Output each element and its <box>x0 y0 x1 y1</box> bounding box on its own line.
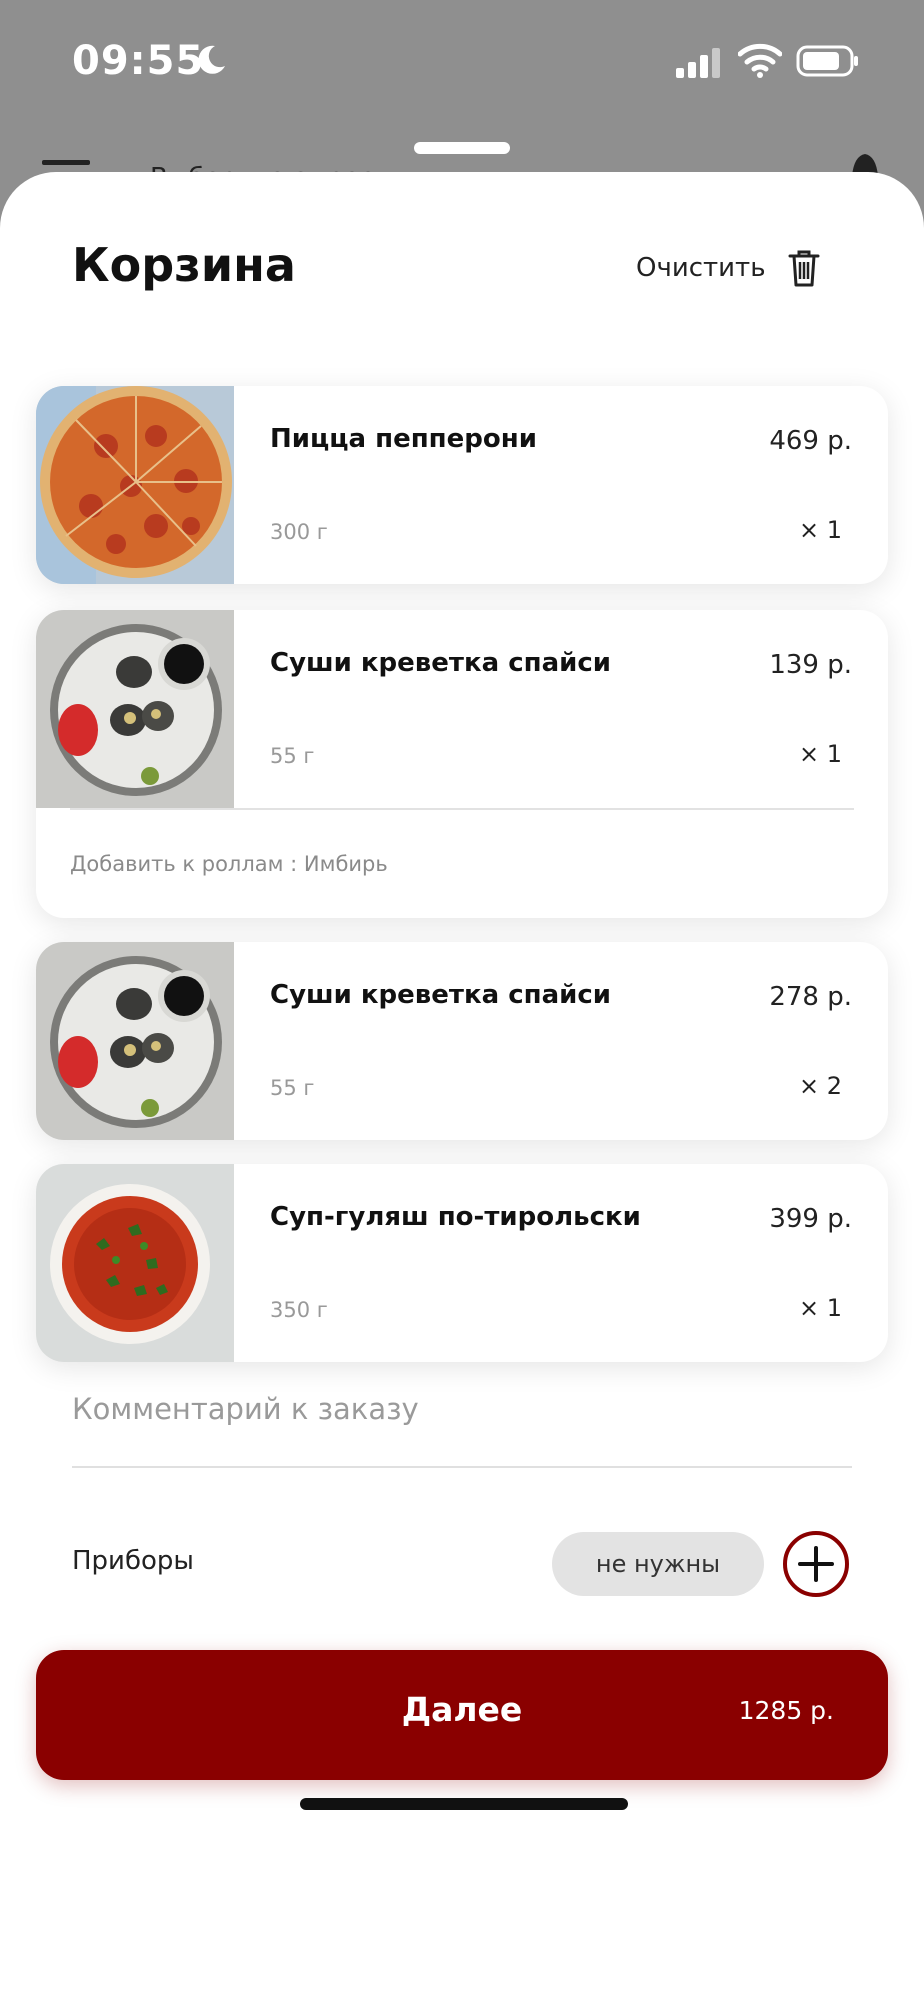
item-name: Суши креветка спайси <box>270 648 611 678</box>
item-weight: 55 г <box>270 744 315 768</box>
trash-icon <box>788 250 820 287</box>
status-time: 09:55 <box>72 38 205 84</box>
pizza-image <box>36 386 234 584</box>
item-weight: 55 г <box>270 1076 315 1100</box>
order-comment-input[interactable]: Комментарий к заказу <box>72 1392 852 1468</box>
cart-item[interactable]: Суп-гуляш по-тирольски 399 р. 350 г × 1 <box>36 1164 888 1362</box>
cart-item[interactable]: Пицца пепперони 469 р. 300 г × 1 <box>36 386 888 584</box>
cart-item[interactable]: Суши креветка спайси 139 р. 55 г × 1 Доб… <box>36 610 888 918</box>
address-selector[interactable]: Выберите адрес <box>150 158 374 172</box>
sheet-grabber[interactable] <box>414 142 510 154</box>
item-weight: 300 г <box>270 520 328 544</box>
divider <box>70 808 854 810</box>
item-quantity: × 1 <box>798 740 842 768</box>
item-price: 469 р. <box>769 426 852 456</box>
item-name: Суши креветка спайси <box>270 980 611 1010</box>
clear-cart-button[interactable]: Очистить <box>636 244 820 292</box>
item-price: 399 р. <box>769 1204 852 1234</box>
item-price: 278 р. <box>769 982 852 1012</box>
item-weight: 350 г <box>270 1298 328 1322</box>
item-name: Суп-гуляш по-тирольски <box>270 1202 641 1232</box>
cutlery-label: Приборы <box>72 1546 194 1576</box>
home-indicator <box>300 1798 628 1810</box>
page-title: Корзина <box>72 238 296 292</box>
sushi-image <box>36 610 234 808</box>
item-price: 139 р. <box>769 650 852 680</box>
clear-cart-label: Очистить <box>636 253 766 283</box>
next-button[interactable]: Далее 1285 р. <box>36 1650 888 1780</box>
item-quantity: × 1 <box>798 516 842 544</box>
item-quantity: × 2 <box>798 1072 842 1100</box>
wifi-icon <box>738 43 782 78</box>
battery-icon <box>796 45 858 77</box>
soup-image <box>36 1164 234 1362</box>
cart-item[interactable]: Суши креветка спайси 278 р. 55 г × 2 <box>36 942 888 1140</box>
order-total: 1285 р. <box>738 1696 834 1725</box>
item-modifier-note: Добавить к роллам : Имбирь <box>70 852 388 876</box>
cutlery-value-pill[interactable]: не нужны <box>552 1532 764 1596</box>
cellular-signal-icon <box>676 48 720 78</box>
item-name: Пицца пепперони <box>270 424 537 454</box>
sushi-image <box>36 942 234 1140</box>
moon-icon <box>198 45 225 74</box>
item-quantity: × 1 <box>798 1294 842 1322</box>
plus-circle-icon[interactable] <box>782 1530 850 1598</box>
